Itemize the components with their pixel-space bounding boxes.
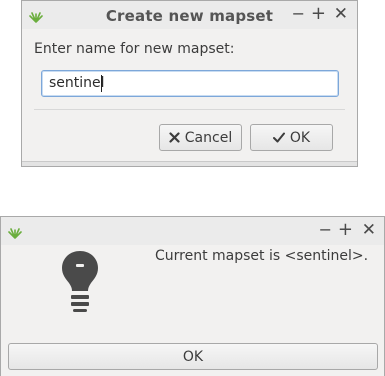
title-bar[interactable]: Create new mapset − + ✕ [22, 1, 357, 29]
maximize-button[interactable]: + [338, 220, 353, 240]
ok-label: OK [289, 129, 311, 146]
checkmark-icon [272, 132, 285, 143]
grass-icon [8, 228, 22, 239]
minimize-button[interactable]: − [292, 4, 305, 24]
title-bar[interactable]: − + ✕ [1, 217, 384, 245]
name-prompt-label: Enter name for new mapset: [34, 41, 235, 57]
ok-button[interactable]: OK [8, 343, 378, 370]
dialog-title: Create new mapset [105, 7, 274, 25]
text-caret [101, 75, 102, 92]
close-icon [169, 132, 180, 143]
close-button[interactable]: ✕ [334, 4, 348, 24]
close-button[interactable]: ✕ [362, 220, 376, 240]
dialog-bottom-edge [22, 161, 357, 166]
info-message: Current mapset is <sentinel>. [155, 248, 369, 264]
info-dialog: − + ✕ Current mapset is <sentinel>. OK [0, 216, 385, 376]
ok-button[interactable]: OK [250, 124, 333, 151]
mapset-name-value: sentinel [49, 75, 105, 91]
maximize-button[interactable]: + [311, 4, 326, 24]
cancel-label: Cancel [184, 129, 233, 146]
minimize-button[interactable]: − [319, 220, 332, 240]
ok-label: OK [182, 348, 204, 365]
create-mapset-dialog: Create new mapset − + ✕ Enter name for n… [21, 0, 358, 167]
separator [34, 109, 345, 110]
cancel-button[interactable]: Cancel [159, 124, 242, 151]
lightbulb-icon [62, 251, 98, 312]
